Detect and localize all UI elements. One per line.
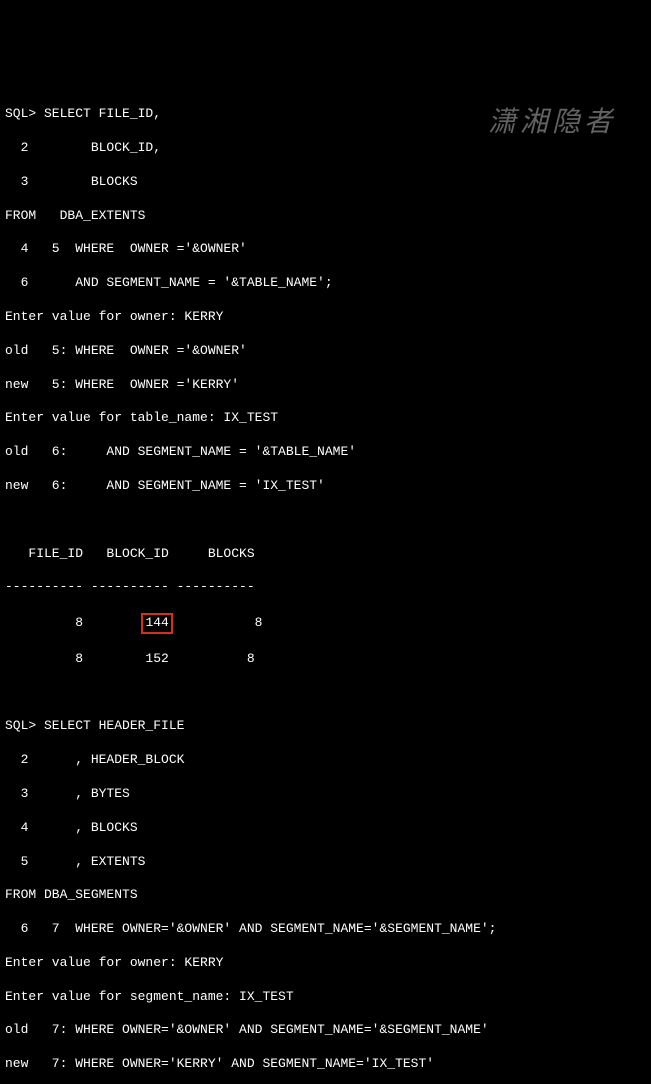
result-header: FILE_ID BLOCK_ID BLOCKS <box>5 546 646 563</box>
substitution-line: new 6: AND SEGMENT_NAME = 'IX_TEST' <box>5 478 646 495</box>
result-separator: ---------- ---------- ---------- <box>5 579 646 596</box>
sql-line: 4 , BLOCKS <box>5 820 646 837</box>
substitution-line: new 5: WHERE OWNER ='KERRY' <box>5 377 646 394</box>
sql-line: SQL> SELECT HEADER_FILE <box>5 718 646 735</box>
prompt-line: Enter value for owner: KERRY <box>5 309 646 326</box>
substitution-line: old 6: AND SEGMENT_NAME = '&TABLE_NAME' <box>5 444 646 461</box>
sql-line: 4 5 WHERE OWNER ='&OWNER' <box>5 241 646 258</box>
sql-line: 5 , EXTENTS <box>5 854 646 871</box>
prompt-line: Enter value for table_name: IX_TEST <box>5 410 646 427</box>
sql-line: 2 BLOCK_ID, <box>5 140 646 157</box>
blank-line <box>5 512 646 529</box>
blank-line <box>5 685 646 702</box>
result-row: 8 152 8 <box>5 651 646 668</box>
cell-file-id: 8 <box>5 615 145 630</box>
prompt-line: Enter value for owner: KERRY <box>5 955 646 972</box>
sql-line: FROM DBA_SEGMENTS <box>5 887 646 904</box>
substitution-line: old 5: WHERE OWNER ='&OWNER' <box>5 343 646 360</box>
result-row: 8 144 8 <box>5 613 646 634</box>
sql-line: 2 , HEADER_BLOCK <box>5 752 646 769</box>
sql-line: 3 BLOCKS <box>5 174 646 191</box>
substitution-line: old 7: WHERE OWNER='&OWNER' AND SEGMENT_… <box>5 1022 646 1039</box>
sql-line: 6 7 WHERE OWNER='&OWNER' AND SEGMENT_NAM… <box>5 921 646 938</box>
sql-line: FROM DBA_EXTENTS <box>5 208 646 225</box>
prompt-line: Enter value for segment_name: IX_TEST <box>5 989 646 1006</box>
sql-line: 3 , BYTES <box>5 786 646 803</box>
cell-blocks: 8 <box>169 615 263 630</box>
substitution-line: new 7: WHERE OWNER='KERRY' AND SEGMENT_N… <box>5 1056 646 1073</box>
watermark-text: 潇湘隐者 <box>488 105 616 141</box>
sql-line: 6 AND SEGMENT_NAME = '&TABLE_NAME'; <box>5 275 646 292</box>
